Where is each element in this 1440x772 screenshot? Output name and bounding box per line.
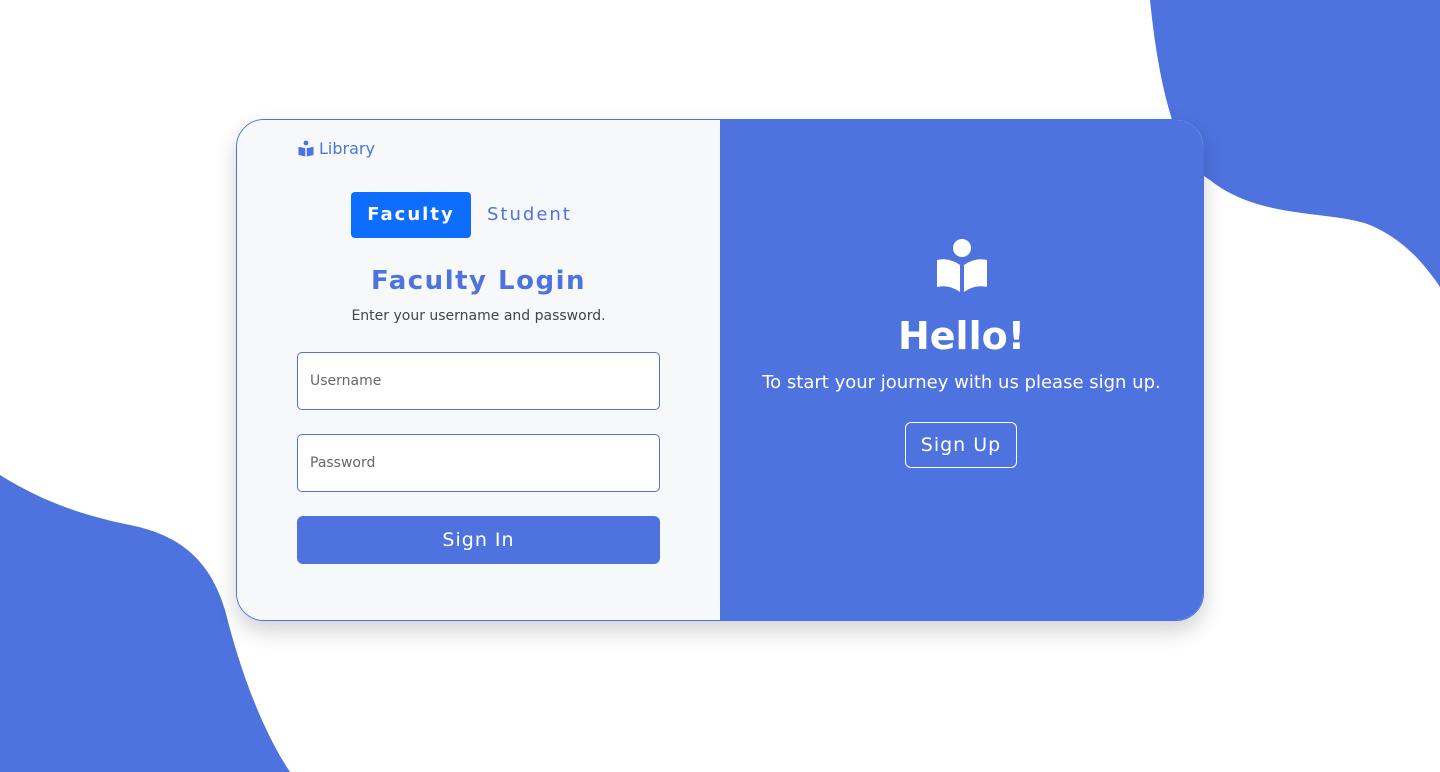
- tab-faculty[interactable]: Faculty: [351, 192, 471, 238]
- reading-person-icon: [720, 238, 1203, 294]
- tab-student[interactable]: Student: [471, 192, 588, 238]
- username-input[interactable]: [297, 352, 660, 410]
- sign-up-button[interactable]: Sign Up: [905, 422, 1017, 468]
- login-subtitle: Enter your username and password.: [351, 308, 606, 324]
- login-card: Library Faculty Student Faculty Login En…: [236, 119, 1204, 621]
- brand-logo[interactable]: Library: [297, 139, 375, 158]
- login-title: Faculty Login: [370, 266, 586, 296]
- welcome-text: To start your journey with us please sig…: [762, 372, 1161, 393]
- welcome-panel: Hello! To start your journey with us ple…: [720, 120, 1203, 620]
- password-input[interactable]: [297, 434, 660, 492]
- login-panel: Library Faculty Student Faculty Login En…: [237, 120, 720, 620]
- brand-name: Library: [319, 139, 375, 158]
- welcome-title: Hello!: [897, 314, 1026, 358]
- sign-in-button[interactable]: Sign In: [297, 516, 660, 564]
- role-tabs: Faculty Student: [351, 192, 588, 238]
- reading-person-icon: [297, 140, 315, 158]
